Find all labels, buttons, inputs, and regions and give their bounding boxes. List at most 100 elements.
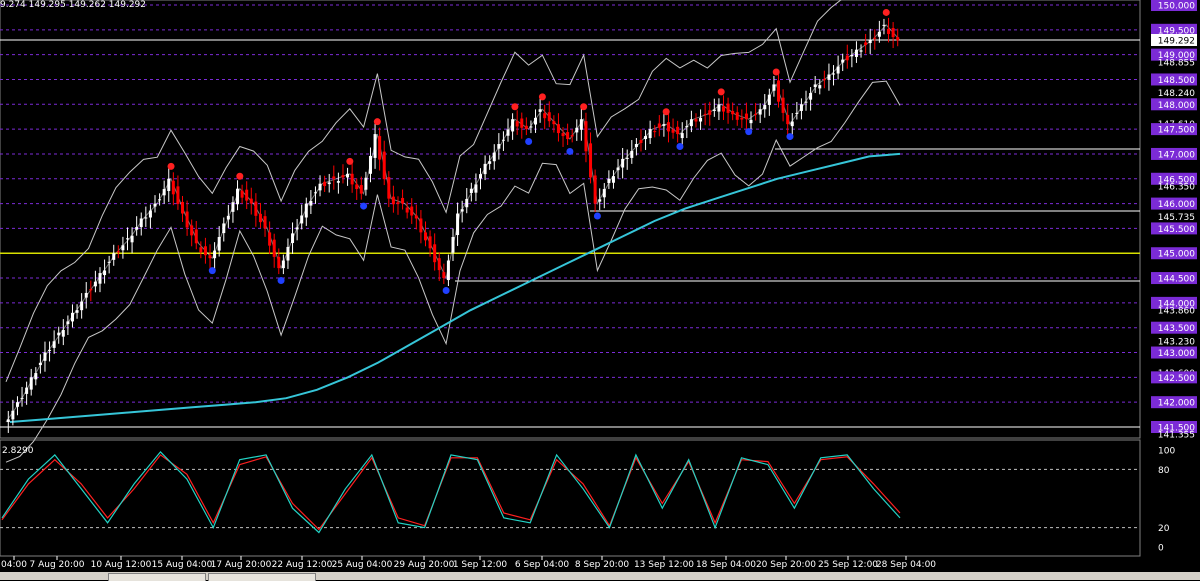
candle-body <box>529 126 533 128</box>
candle-body <box>598 199 602 202</box>
candle-body <box>593 175 597 204</box>
candle-body <box>423 232 427 241</box>
price-label-text: 145.735 <box>1158 213 1195 223</box>
stochastic-signal-line <box>1 454 901 531</box>
candle-body <box>575 127 579 133</box>
peak-marker <box>538 93 546 101</box>
candle-body <box>236 188 240 205</box>
candle-body <box>744 113 748 120</box>
candle-body <box>630 150 634 158</box>
candle-body <box>190 225 194 236</box>
candle-body <box>469 188 473 193</box>
price-label: 145.735 <box>1158 213 1195 223</box>
candle-body <box>446 260 450 281</box>
candle-body <box>130 235 134 243</box>
candle-body <box>428 236 432 249</box>
candle-body <box>48 349 52 351</box>
candle-body <box>368 155 372 174</box>
price-chart[interactable]: 10080200 150.000149.500149.000148.855148… <box>0 0 1200 580</box>
candle-body <box>584 121 588 152</box>
osc-level-label: 20 <box>1158 524 1170 534</box>
candle-body <box>621 158 625 168</box>
candle-body <box>364 177 368 190</box>
candle-body <box>676 126 680 135</box>
chart-window[interactable]: 100 80 20 0 150.000 149.500 149.000 148.855 148… <box>0 0 1200 581</box>
candle-body <box>818 85 822 89</box>
candle-body <box>703 113 707 115</box>
time-label: 22 Aug 12:00 <box>272 560 333 570</box>
price-label-text: 143.230 <box>1158 338 1195 348</box>
candle-body <box>304 203 308 218</box>
candle-body <box>799 104 803 111</box>
candle-body <box>194 229 198 244</box>
candle-body <box>822 79 826 81</box>
candle-body <box>29 377 33 390</box>
candle-body <box>451 237 455 253</box>
time-label: 6 Sep 04:00 <box>515 560 570 570</box>
candle-body <box>456 213 460 236</box>
price-axis[interactable]: 150.000149.500149.000148.855148.500148.2… <box>1151 0 1197 441</box>
price-label: 142.000 <box>1151 396 1197 409</box>
oscillator-value: 2.8290 <box>2 446 34 456</box>
ohlc-readout: 9.274 149.295 149.262 149.292 <box>0 0 146 10</box>
candle-body <box>566 132 570 140</box>
candle-body <box>199 247 203 253</box>
peak-marker <box>236 172 244 180</box>
candle-body <box>763 104 767 110</box>
trough-marker <box>525 138 533 146</box>
candle-body <box>570 135 574 137</box>
candle-body <box>245 189 249 201</box>
candle-body <box>272 239 276 257</box>
candle-body <box>882 24 886 26</box>
candle-body <box>433 244 437 263</box>
time-axis[interactable]: 04:00 7 Aug 20:00 10 Aug 12:00 15 Aug 04:00… <box>1 556 936 570</box>
candle-body <box>561 133 565 137</box>
stochastic-main-line <box>1 451 901 534</box>
candle-body <box>896 37 900 41</box>
candle-body <box>295 227 299 230</box>
candle-body <box>355 184 359 190</box>
candle-body <box>712 109 716 111</box>
candle-body <box>112 253 116 260</box>
candle-body <box>254 201 258 216</box>
price-label: 147.500 <box>1151 123 1197 136</box>
peak-marker <box>373 118 381 126</box>
candle-body <box>804 101 808 103</box>
time-label: 20 Sep 20:00 <box>756 560 816 570</box>
osc-level-label: 0 <box>1158 544 1164 554</box>
candle-body <box>786 114 790 125</box>
price-label: 145.000 <box>1151 247 1197 260</box>
candle-body <box>52 341 56 348</box>
candle-body <box>680 133 684 139</box>
candle-body <box>346 173 350 178</box>
candle-body <box>538 109 542 112</box>
trough-marker <box>360 202 368 210</box>
candle-body <box>520 118 524 128</box>
candle-body <box>410 206 414 216</box>
candle-body <box>300 215 304 224</box>
candle-body <box>281 260 285 269</box>
time-label: 25 Sep 12:00 <box>818 560 878 570</box>
candle-body <box>589 143 593 178</box>
candle-body <box>437 258 441 271</box>
candle-body <box>89 288 93 291</box>
time-label: 28 Sep 04:00 <box>876 560 936 570</box>
candle-body <box>556 124 560 134</box>
candle-body <box>832 73 836 75</box>
trough-marker <box>277 277 285 285</box>
candle-body <box>38 362 42 366</box>
price-label-text: 142.500 <box>1158 374 1195 384</box>
candle-body <box>135 227 139 230</box>
time-label: 18 Sep 04:00 <box>696 560 756 570</box>
candle-body <box>827 74 831 80</box>
candle-body <box>258 213 262 223</box>
candle-body <box>222 223 226 234</box>
price-label-text: 145.000 <box>1158 250 1195 260</box>
candle-body <box>20 397 24 399</box>
candle-body <box>644 136 648 140</box>
candle-body <box>148 210 152 218</box>
candle-body <box>772 84 776 91</box>
time-label: 7 Aug 20:00 <box>30 560 85 570</box>
current-price-text: 149.292 <box>1158 37 1195 47</box>
peak-marker <box>167 162 175 170</box>
